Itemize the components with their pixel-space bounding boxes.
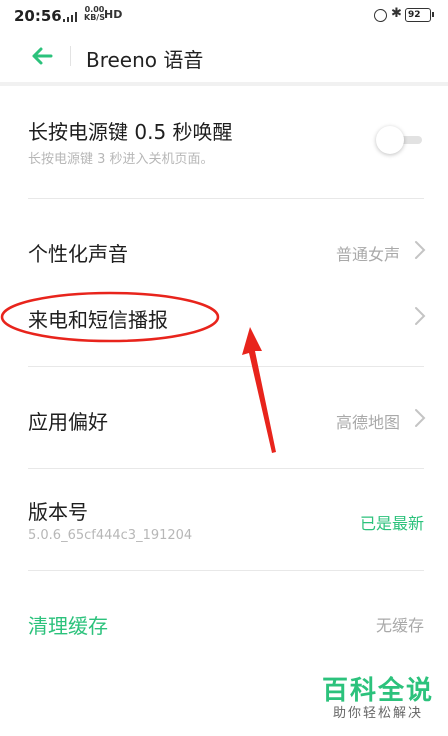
bluetooth-icon: ✱ xyxy=(391,6,402,21)
annotation-ellipse xyxy=(0,291,220,343)
setting-app-preference-title: 应用偏好 xyxy=(28,410,108,434)
setting-clear-cache-value: 无缓存 xyxy=(375,616,424,635)
page-title: Breeno 语音 xyxy=(86,48,204,72)
back-arrow-icon[interactable] xyxy=(30,44,54,68)
status-bar: 20:56 0.00 KB/S HD ✱ 92 xyxy=(0,0,448,34)
watermark: 百科全说 助你轻松解决 xyxy=(322,676,434,722)
watermark-subtitle: 助你轻松解决 xyxy=(332,706,423,721)
divider xyxy=(28,198,424,199)
header-divider xyxy=(70,46,71,66)
setting-voice-title: 个性化声音 xyxy=(28,242,128,266)
setting-clear-cache[interactable]: 清理缓存 无缓存 xyxy=(0,588,448,656)
divider xyxy=(28,570,424,571)
setting-power-key-title: 长按电源键 0.5 秒唤醒 xyxy=(28,120,233,144)
setting-version-number: 5.0.6_65cf444c3_191204 xyxy=(28,528,193,543)
annotation-arrow xyxy=(242,327,276,453)
rotation-lock-icon xyxy=(374,9,387,22)
setting-clear-cache-title: 清理缓存 xyxy=(28,614,108,638)
signal-icon xyxy=(63,12,77,22)
divider xyxy=(28,468,424,469)
watermark-title: 百科全说 xyxy=(321,676,434,706)
chevron-right-icon xyxy=(415,307,426,325)
divider xyxy=(28,366,424,367)
setting-version: 版本号 5.0.6_65cf444c3_191204 已是最新 xyxy=(0,470,448,570)
setting-power-key-subtitle: 长按电源键 3 秒进入关机页面。 xyxy=(28,152,214,167)
network-speed: 0.00 KB/S xyxy=(84,6,105,22)
setting-version-status: 已是最新 xyxy=(359,514,424,533)
header: Breeno 语音 xyxy=(0,34,448,80)
battery-icon: 92 xyxy=(405,8,434,22)
toggle-knob xyxy=(376,126,404,154)
setting-version-title: 版本号 xyxy=(28,500,88,524)
hd-badge: HD xyxy=(104,8,123,21)
setting-app-preference-value: 高德地图 xyxy=(335,413,400,432)
power-key-toggle[interactable] xyxy=(376,126,424,154)
setting-voice[interactable]: 个性化声音 普通女声 xyxy=(0,216,448,284)
setting-voice-value: 普通女声 xyxy=(335,245,400,264)
chevron-right-icon xyxy=(415,241,426,259)
setting-app-preference[interactable]: 应用偏好 高德地图 xyxy=(0,384,448,452)
status-time: 20:56 xyxy=(14,7,62,25)
speed-unit: KB/S xyxy=(84,13,105,22)
chevron-right-icon xyxy=(415,409,426,427)
battery-level: 92 xyxy=(408,10,421,20)
